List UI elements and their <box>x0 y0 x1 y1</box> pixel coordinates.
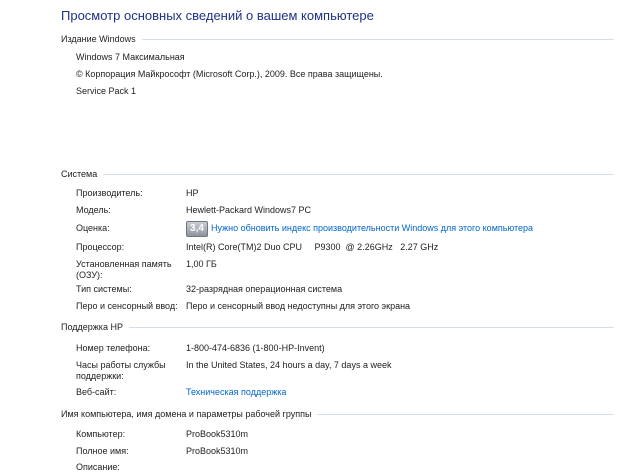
copyright-text: © Корпорация Майкрософт (Microsoft Corp.… <box>76 69 383 79</box>
update-performance-index-link[interactable]: Нужно обновить индекс производительности… <box>211 223 533 234</box>
page-title: Просмотр основных сведений о вашем компь… <box>61 8 374 23</box>
technical-support-link[interactable]: Техническая поддержка <box>186 387 286 398</box>
section-divider <box>317 413 614 415</box>
system-header-label: Система <box>61 169 98 179</box>
system-type-label: Тип системы: <box>76 284 132 294</box>
manufacturer-label: Производитель: <box>76 188 143 198</box>
model-value: Hewlett-Packard Windows7 PC <box>186 205 312 215</box>
support-hours-value: In the United States, 24 hours a day, 7 … <box>186 360 392 370</box>
system-type-value: 32-разрядная операционная система <box>186 284 343 294</box>
performance-index-badge[interactable]: 3,4 <box>186 221 208 237</box>
computer-name-section-header: Имя компьютера, имя домена и параметры р… <box>61 408 614 420</box>
section-divider <box>103 173 614 175</box>
pen-touch-label: Перо и сенсорный ввод: <box>76 301 178 311</box>
computer-value: ProBook5310m <box>186 429 249 439</box>
windows-edition-name: Windows 7 Максимальная <box>76 52 185 62</box>
section-divider <box>128 326 614 328</box>
windows-edition-header-label: Издание Windows <box>61 34 136 44</box>
memory-label: Установленная память (ОЗУ): <box>76 259 172 280</box>
support-hours-label: Часы работы службы поддержки: <box>76 360 166 381</box>
pen-touch-value: Перо и сенсорный ввод недоступны для это… <box>186 301 411 311</box>
processor-label: Процессор: <box>76 242 125 252</box>
phone-label: Номер телефона: <box>76 343 151 353</box>
full-name-value: ProBook5310m <box>186 446 249 456</box>
phone-value: 1-800-474-6836 (1-800-HP-Invent) <box>186 343 325 353</box>
windows-edition-section-header: Издание Windows <box>61 33 614 45</box>
processor-value: Intel(R) Core(TM)2 Duo CPU P9300 @ 2.26G… <box>186 242 439 252</box>
system-section-header: Система <box>61 168 614 180</box>
support-section-header: Поддержка HP <box>61 321 614 333</box>
description-label: Описание: <box>76 462 120 472</box>
rating-label: Оценка: <box>76 223 110 233</box>
full-name-label: Полное имя: <box>76 446 129 456</box>
service-pack: Service Pack 1 <box>76 86 137 96</box>
memory-value: 1,00 ГБ <box>186 259 217 269</box>
section-divider <box>141 38 614 40</box>
computer-name-header-label: Имя компьютера, имя домена и параметры р… <box>61 409 312 419</box>
website-label: Веб-сайт: <box>76 387 117 397</box>
computer-label: Компьютер: <box>76 429 126 439</box>
support-header-label: Поддержка HP <box>61 322 123 332</box>
model-label: Модель: <box>76 205 111 215</box>
manufacturer-value: HP <box>186 188 199 198</box>
